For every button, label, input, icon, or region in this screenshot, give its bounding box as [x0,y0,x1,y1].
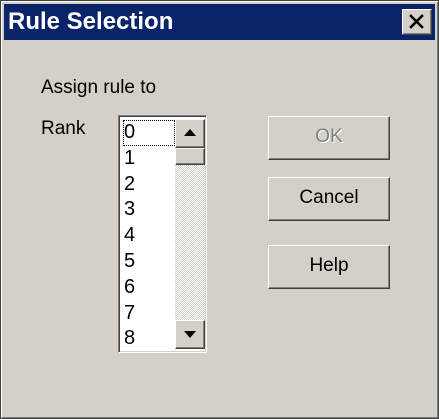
rank-list-item[interactable]: 2 [123,172,175,198]
rank-label: Rank [41,118,86,139]
rank-list-item[interactable]: 7 [123,301,175,327]
rank-list-items: 012345678 [123,120,175,352]
rank-list-item[interactable]: 0 [123,120,175,146]
help-button[interactable]: Help [268,245,390,289]
title-bar[interactable]: Rule Selection [4,4,435,40]
rank-list-item[interactable]: 5 [123,249,175,275]
arrow-up-icon [184,129,196,136]
close-button[interactable] [402,9,432,35]
window-title: Rule Selection [8,8,174,35]
rank-list-item[interactable]: 8 [123,326,175,352]
scroll-thumb[interactable] [175,148,205,165]
cancel-button[interactable]: Cancel [268,177,390,221]
scroll-down-button[interactable] [175,320,205,349]
close-icon [409,14,424,29]
rank-list-item[interactable]: 6 [123,275,175,301]
rule-selection-dialog: Rule Selection Assign rule to Rank 01234… [0,0,439,419]
rank-scrollbar[interactable] [175,119,205,349]
assign-rule-label: Assign rule to [41,77,157,98]
arrow-down-icon [184,331,196,338]
rank-listbox[interactable]: 012345678 [118,115,207,353]
rank-list-item[interactable]: 1 [123,146,175,172]
rank-list-item[interactable]: 3 [123,197,175,223]
ok-button[interactable]: OK [268,116,390,160]
rank-list-item[interactable]: 4 [123,223,175,249]
scroll-up-button[interactable] [175,119,205,148]
